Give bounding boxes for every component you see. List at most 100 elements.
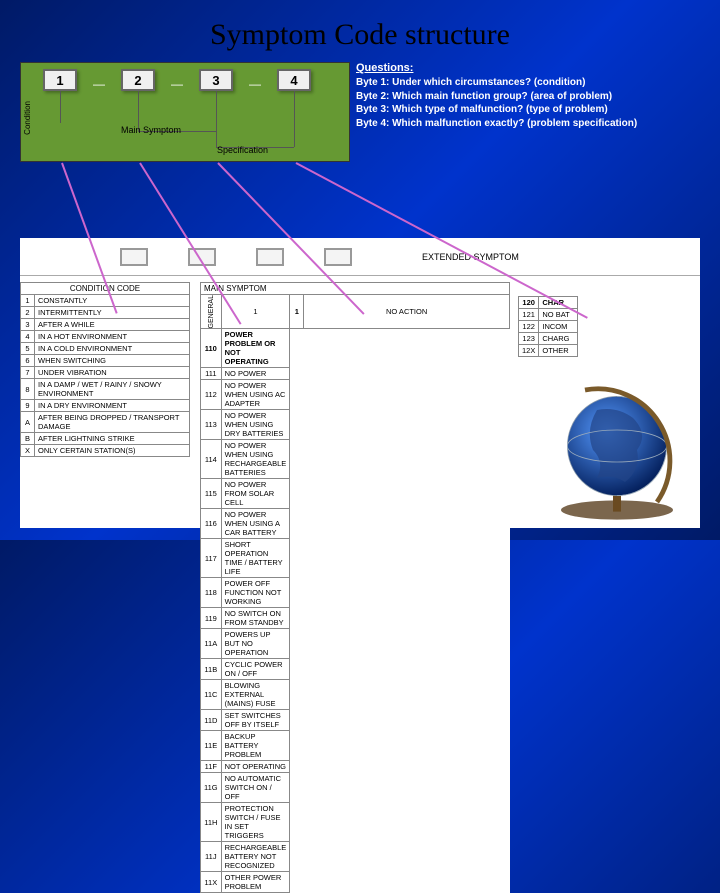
table-row: 11BCYCLIC POWER ON / OFF <box>201 659 510 680</box>
row-code: 8 <box>21 379 35 400</box>
row-code: 121 <box>519 309 539 321</box>
row-text: SHORT OPERATION TIME / BATTERY LIFE <box>221 539 290 578</box>
row-text: NO POWER WHEN USING RECHARGEABLE BATTERI… <box>221 440 290 479</box>
questions-header: Questions: <box>356 62 700 74</box>
row-text: NO AUTOMATIC SWITCH ON / OFF <box>221 773 290 803</box>
byte-4-box: 4 <box>277 69 311 91</box>
row-text: CHARG <box>539 333 578 345</box>
row-text: NO POWER WHEN USING AC ADAPTER <box>221 380 290 410</box>
row-code: 11J <box>201 842 222 872</box>
row-text: OTHER POWER PROBLEM <box>221 872 290 893</box>
row-text: BLOWING EXTERNAL (MAINS) FUSE <box>221 680 290 710</box>
row-text: IN A DAMP / WET / RAINY / SNOWY ENVIRONM… <box>35 379 190 400</box>
row-text: RECHARGEABLE BATTERY NOT RECOGNIZED <box>221 842 290 872</box>
row-code: 11E <box>201 731 222 761</box>
row-text: POWER OFF FUNCTION NOT WORKING <box>221 578 290 608</box>
table-row: 111NO POWER <box>201 368 510 380</box>
row-text: UNDER VIBRATION <box>35 367 190 379</box>
byte-3-box: 3 <box>199 69 233 91</box>
row-text: IN A HOT ENVIRONMENT <box>35 331 190 343</box>
ext-box <box>256 248 284 266</box>
table-row: 11CBLOWING EXTERNAL (MAINS) FUSE <box>201 680 510 710</box>
row-code: 2 <box>21 307 35 319</box>
table-row: 115NO POWER FROM SOLAR CELL <box>201 479 510 509</box>
row-code: 11B <box>201 659 222 680</box>
row-text: POWERS UP BUT NO OPERATION <box>221 629 290 659</box>
connector-line <box>294 91 295 147</box>
row-text: NO POWER WHEN USING DRY BATTERIES <box>221 410 290 440</box>
table-row: 11XOTHER POWER PROBLEM <box>201 872 510 893</box>
byte-2-box: 2 <box>121 69 155 91</box>
ext-box <box>324 248 352 266</box>
right-fragment-table: 120CHAR121NO BAT122INCOM123CHARG12XOTHER <box>518 296 578 357</box>
row-code: 9 <box>21 400 35 412</box>
table-row: 6WHEN SWITCHING <box>21 355 190 367</box>
question-line: Byte 2: Which main function group? (area… <box>356 90 700 104</box>
ext-box <box>120 248 148 266</box>
question-line: Byte 1: Under which circumstances? (cond… <box>356 76 700 90</box>
row-text: INTERMITTENTLY <box>35 307 190 319</box>
byte-1-box: 1 <box>43 69 77 91</box>
row-code: 111 <box>201 368 222 380</box>
row-code: 117 <box>201 539 222 578</box>
row-text: NO SWITCH ON FROM STANDBY <box>221 608 290 629</box>
row-text: IN A COLD ENVIRONMENT <box>35 343 190 355</box>
main-symptom-table: MAIN SYMPTOM GENERAL 1 1 NO ACTION 110PO… <box>200 282 510 893</box>
table-row: AAFTER BEING DROPPED / TRANSPORT DAMAGE <box>21 412 190 433</box>
row-code: 1 <box>21 295 35 307</box>
row-code: 5 <box>21 343 35 355</box>
byte-diagram: 1 2 3 4 — — — Condition Main Symptom Spe… <box>20 62 350 162</box>
row-text: PROTECTION SWITCH / FUSE IN SET TRIGGERS <box>221 803 290 842</box>
connector-line <box>216 91 217 147</box>
condition-code-table: CONDITION CODE 1CONSTANTLY2INTERMITTENTL… <box>20 282 190 457</box>
questions-block: Questions: Byte 1: Under which circumsta… <box>356 62 700 162</box>
row-code: 3 <box>21 319 35 331</box>
row-code: 112 <box>201 380 222 410</box>
row-text: NOT OPERATING <box>221 761 290 773</box>
dash-icon: — <box>249 77 261 91</box>
extended-symptom-strip: EXTENDED SYMPTOM <box>20 238 700 276</box>
table-row: 4IN A HOT ENVIRONMENT <box>21 331 190 343</box>
row-text: CYCLIC POWER ON / OFF <box>221 659 290 680</box>
row-code: 120 <box>519 297 539 309</box>
row-code: 11A <box>201 629 222 659</box>
row-code: 115 <box>201 479 222 509</box>
table-row: XONLY CERTAIN STATION(S) <box>21 445 190 457</box>
table-header: MAIN SYMPTOM <box>201 283 510 295</box>
row-code: 7 <box>21 367 35 379</box>
dash-icon: — <box>171 77 183 91</box>
table-row: 9IN A DRY ENVIRONMENT <box>21 400 190 412</box>
title-code: 1 <box>290 295 304 329</box>
table-row: 5IN A COLD ENVIRONMENT <box>21 343 190 355</box>
table-row: 116NO POWER WHEN USING A CAR BATTERY <box>201 509 510 539</box>
row-code: 11C <box>201 680 222 710</box>
table-row: 114NO POWER WHEN USING RECHARGEABLE BATT… <box>201 440 510 479</box>
question-line: Byte 4: Which malfunction exactly? (prob… <box>356 117 700 131</box>
row-code: 119 <box>201 608 222 629</box>
row-code: 123 <box>519 333 539 345</box>
row-code: 122 <box>519 321 539 333</box>
row-code: B <box>21 433 35 445</box>
table-row: 11JRECHARGEABLE BATTERY NOT RECOGNIZED <box>201 842 510 872</box>
row-code: 118 <box>201 578 222 608</box>
slide-title: Symptom Code structure <box>0 0 720 62</box>
table-row: 12XOTHER <box>519 345 578 357</box>
table-row: 11EBACKUP BATTERY PROBLEM <box>201 731 510 761</box>
row-code: 11X <box>201 872 222 893</box>
table-row: 11GNO AUTOMATIC SWITCH ON / OFF <box>201 773 510 803</box>
table-row: 3AFTER A WHILE <box>21 319 190 331</box>
table-row: 117SHORT OPERATION TIME / BATTERY LIFE <box>201 539 510 578</box>
row-code: 12X <box>519 345 539 357</box>
main-symptom-label: Main Symptom <box>121 125 181 135</box>
row-code: 113 <box>201 410 222 440</box>
globe-icon <box>532 374 702 534</box>
row-code: 6 <box>21 355 35 367</box>
row-text: NO POWER <box>221 368 290 380</box>
connector-line <box>60 91 61 123</box>
table-row: 8IN A DAMP / WET / RAINY / SNOWY ENVIRON… <box>21 379 190 400</box>
row-text: SET SWITCHES OFF BY ITSELF <box>221 710 290 731</box>
general-vlabel: GENERAL <box>201 295 222 329</box>
row-code: 110 <box>201 329 222 368</box>
row-text: BACKUP BATTERY PROBLEM <box>221 731 290 761</box>
table-row: 122INCOM <box>519 321 578 333</box>
